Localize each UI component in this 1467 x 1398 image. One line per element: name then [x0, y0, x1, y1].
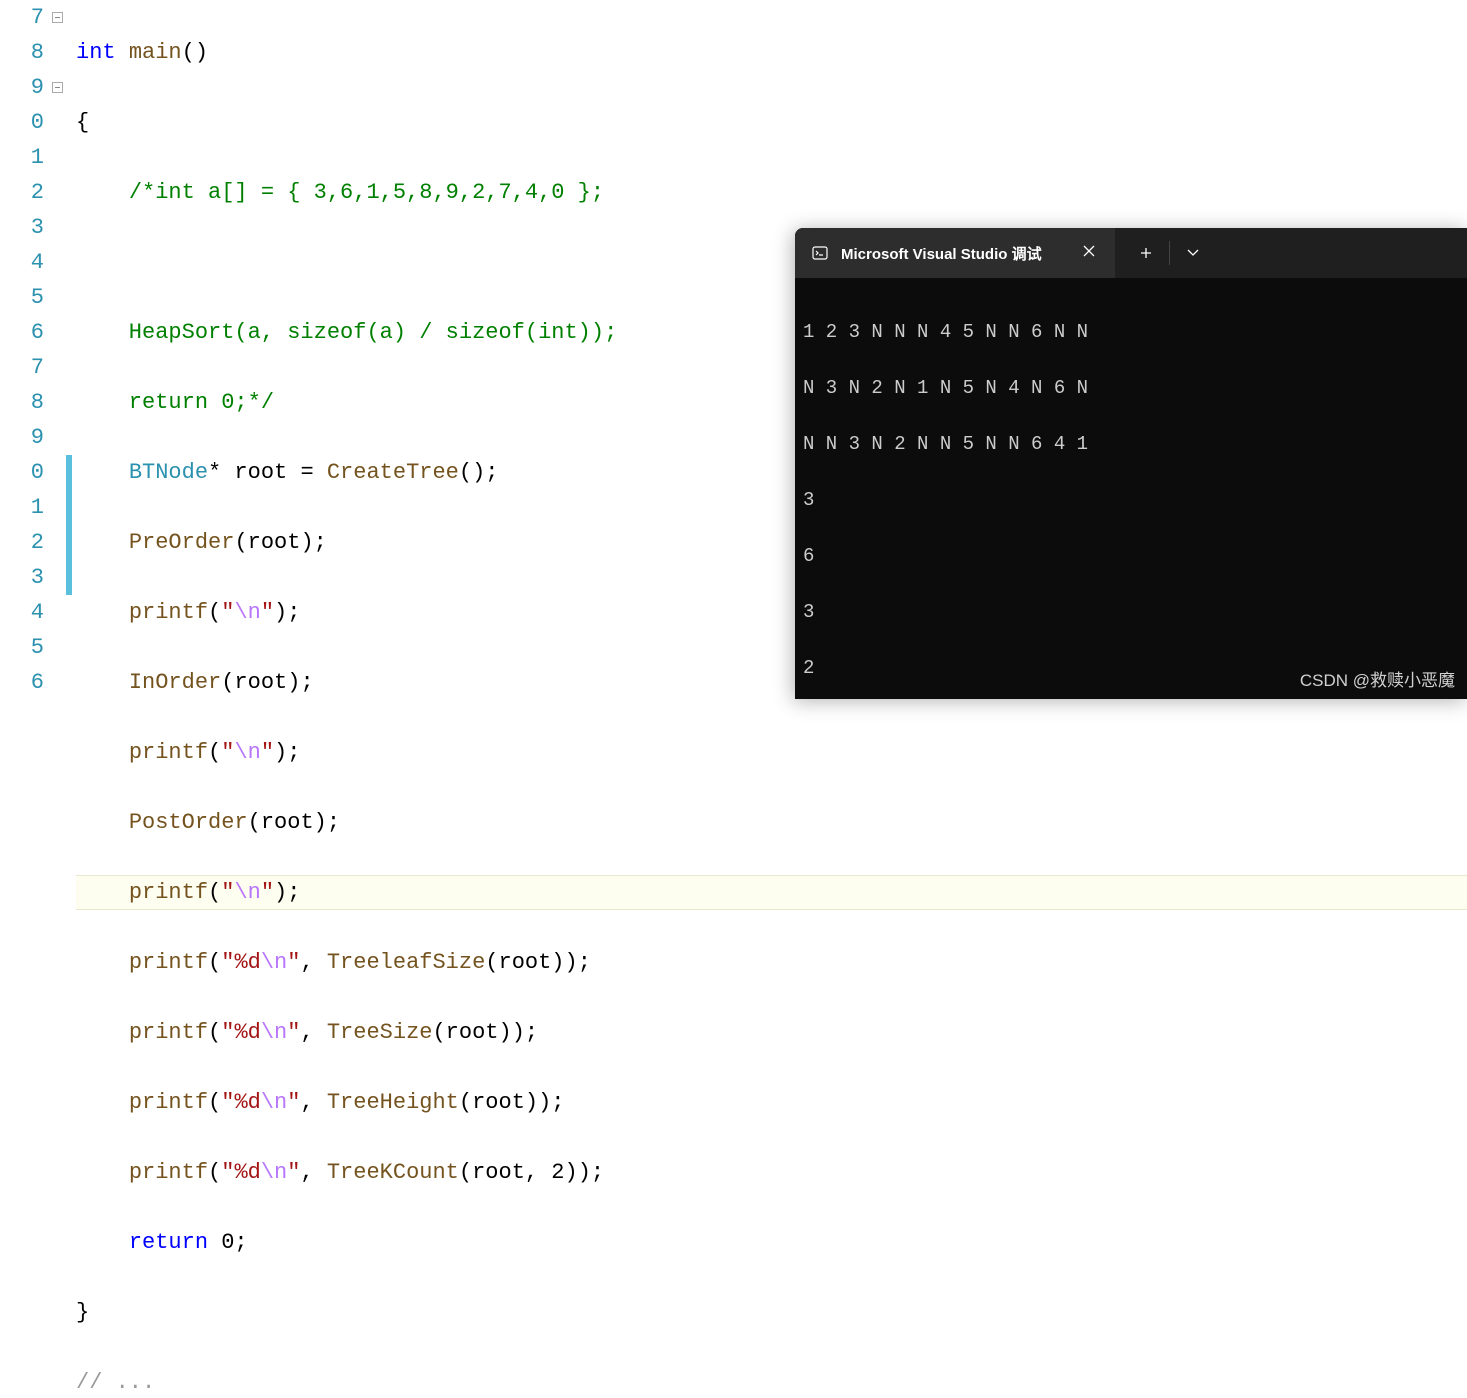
line-number: 3: [0, 210, 50, 245]
code-line: PostOrder(root);: [76, 805, 1467, 840]
line-number: 0: [0, 105, 50, 140]
line-number: 7: [0, 0, 50, 35]
line-number: 2: [0, 525, 50, 560]
code-line-highlighted: printf("\n");: [76, 875, 1467, 910]
terminal-output[interactable]: 1 2 3 N N N 4 5 N N 6 N N N 3 N 2 N 1 N …: [795, 278, 1467, 699]
output-line: 1 2 3 N N N 4 5 N N 6 N N: [803, 318, 1459, 346]
code-line: // ...: [76, 1365, 1467, 1398]
terminal-icon: [811, 244, 829, 262]
code-line: /*int a[] = { 3,6,1,5,8,9,2,7,4,0 };: [76, 175, 1467, 210]
close-icon[interactable]: [1079, 240, 1099, 266]
code-line: printf("\n");: [76, 735, 1467, 770]
output-line: 3: [803, 486, 1459, 514]
fold-toggle-icon[interactable]: [52, 82, 63, 93]
terminal-titlebar[interactable]: Microsoft Visual Studio 调试: [795, 228, 1467, 278]
line-number: 8: [0, 385, 50, 420]
line-number: 5: [0, 630, 50, 665]
terminal-window: Microsoft Visual Studio 调试 1 2 3 N N N 4…: [795, 228, 1467, 699]
line-number: 0: [0, 455, 50, 490]
line-number: 5: [0, 280, 50, 315]
terminal-tab-title: Microsoft Visual Studio 调试: [841, 243, 1042, 264]
line-number: 4: [0, 595, 50, 630]
dropdown-button[interactable]: [1170, 228, 1216, 278]
code-line: printf("%d\n", TreeKCount(root, 2));: [76, 1155, 1467, 1190]
code-line: {: [76, 105, 1467, 140]
line-number: 7: [0, 350, 50, 385]
line-number: 9: [0, 70, 50, 105]
watermark: CSDN @救赎小恶魔: [1300, 666, 1455, 691]
line-number-gutter: 7 8 9 0 1 2 3 4 5 6 7 8 9 0 1 2 3 4 5 6: [0, 0, 50, 699]
fold-gutter: [50, 0, 66, 699]
code-line: int main(): [76, 35, 1467, 70]
terminal-tab[interactable]: Microsoft Visual Studio 调试: [795, 228, 1115, 278]
output-line: 3: [803, 598, 1459, 626]
change-mark: [66, 455, 72, 595]
line-number: 1: [0, 490, 50, 525]
fold-toggle-icon[interactable]: [52, 12, 63, 23]
output-line: N N 3 N 2 N N 5 N N 6 4 1: [803, 430, 1459, 458]
line-number: 6: [0, 665, 50, 700]
line-number: 2: [0, 175, 50, 210]
line-number: 6: [0, 315, 50, 350]
change-indicator-gutter: [66, 0, 74, 699]
line-number: 4: [0, 245, 50, 280]
code-line: printf("%d\n", TreeSize(root));: [76, 1015, 1467, 1050]
line-number: 9: [0, 420, 50, 455]
line-number: 8: [0, 35, 50, 70]
line-number: 1: [0, 140, 50, 175]
code-line: printf("%d\n", TreeleafSize(root));: [76, 945, 1467, 980]
titlebar-controls: [1123, 228, 1216, 278]
line-number: 3: [0, 560, 50, 595]
code-line: return 0;: [76, 1225, 1467, 1260]
output-line: N 3 N 2 N 1 N 5 N 4 N 6 N: [803, 374, 1459, 402]
code-line: printf("%d\n", TreeHeight(root));: [76, 1085, 1467, 1120]
code-line: }: [76, 1295, 1467, 1330]
output-line: 6: [803, 542, 1459, 570]
new-tab-button[interactable]: [1123, 228, 1169, 278]
